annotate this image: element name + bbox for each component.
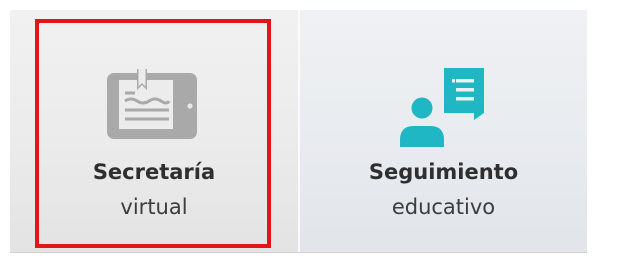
tile-secretaria-virtual[interactable]: Secretaría virtual	[10, 10, 298, 253]
tablet-document-icon	[99, 60, 209, 155]
tile-subtitle: educativo	[391, 195, 496, 219]
menu-tiles: Secretaría virtual Seguimiento educativo	[0, 0, 630, 257]
tile-subtitle: virtual	[120, 195, 188, 219]
person-document-icon	[388, 60, 498, 155]
bottom-border	[10, 252, 587, 253]
tile-title: Secretaría	[92, 160, 216, 184]
tile-title: Seguimiento	[368, 160, 519, 184]
tile-seguimiento-educativo[interactable]: Seguimiento educativo	[300, 10, 587, 253]
